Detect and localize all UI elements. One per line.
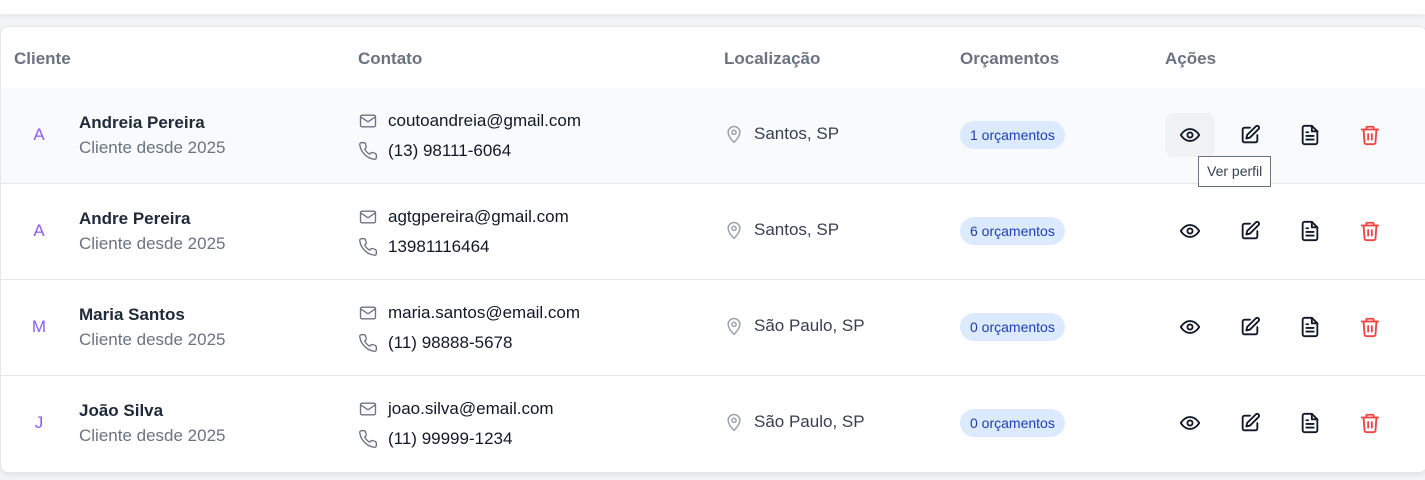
contact-email: joao.silva@email.com [358, 398, 554, 420]
trash-icon [1359, 124, 1381, 146]
budgets-badge: 1 orçamentos [960, 121, 1065, 149]
location: São Paulo, SP [724, 315, 865, 337]
mail-icon [358, 303, 378, 323]
contact-email: maria.santos@email.com [358, 302, 580, 324]
edit-icon [1239, 316, 1261, 338]
location: Santos, SP [724, 123, 839, 145]
contact-email: coutoandreia@gmail.com [358, 110, 581, 132]
mail-icon [358, 111, 378, 131]
map-pin-icon [724, 219, 744, 241]
email-text: joao.silva@email.com [388, 399, 554, 418]
edit-icon [1239, 220, 1261, 242]
table-row: M Maria Santos Cliente desde 2025 maria.san… [1, 280, 1425, 376]
delete-button[interactable] [1345, 113, 1395, 157]
budgets-badge: 0 orçamentos [960, 313, 1065, 341]
edit-button[interactable] [1225, 305, 1275, 349]
table-row: J João Silva Cliente desde 2025 joao.silva@… [1, 376, 1425, 471]
phone-text: (11) 98888-5678 [388, 333, 513, 352]
document-icon [1299, 316, 1321, 338]
mail-icon [358, 399, 378, 419]
phone-text: 13981116464 [388, 237, 490, 256]
document-icon [1299, 220, 1321, 242]
document-button[interactable] [1285, 209, 1335, 253]
contact-phone: (13) 98111-6064 [358, 140, 511, 162]
header-localizacao: Localização [724, 49, 821, 68]
header-contato: Contato [358, 49, 423, 68]
table-header: Cliente Contato Localização Orçamentos A… [1, 27, 1425, 89]
eye-icon [1179, 412, 1201, 434]
eye-icon [1179, 316, 1201, 338]
view-button[interactable] [1165, 209, 1215, 253]
client-name: Maria Santos [79, 305, 185, 324]
map-pin-icon [724, 411, 744, 433]
budgets-badge: 6 orçamentos [960, 217, 1065, 245]
client-since: Cliente desde 2025 [79, 234, 226, 253]
clients-table: Cliente Contato Localização Orçamentos A… [0, 26, 1425, 473]
location-text: São Paulo, SP [754, 412, 865, 431]
mail-icon [358, 207, 378, 227]
client-name: Andreia Pereira [79, 113, 205, 132]
client-since: Cliente desde 2025 [79, 426, 226, 445]
contact-phone: (11) 98888-5678 [358, 332, 512, 354]
email-text: maria.santos@email.com [388, 303, 581, 322]
phone-text: (11) 99999-1234 [388, 429, 513, 448]
location-text: Santos, SP [754, 124, 840, 143]
eye-icon [1179, 124, 1201, 146]
phone-icon [358, 333, 378, 353]
location-text: São Paulo, SP [754, 316, 865, 335]
client-since: Cliente desde 2025 [79, 330, 226, 349]
avatar: A [33, 221, 45, 240]
email-text: coutoandreia@gmail.com [388, 111, 582, 130]
edit-icon [1239, 124, 1261, 146]
edit-icon [1239, 412, 1261, 434]
view-button[interactable] [1165, 401, 1215, 445]
phone-icon [358, 141, 378, 161]
phone-text: (13) 98111-6064 [388, 141, 512, 160]
document-icon [1299, 412, 1321, 434]
location: São Paulo, SP [724, 411, 865, 433]
trash-icon [1359, 412, 1381, 434]
client-name: João Silva [79, 401, 164, 420]
email-text: agtgpereira@gmail.com [388, 207, 569, 226]
avatar: J [34, 413, 44, 432]
avatar: M [31, 317, 47, 336]
phone-icon [358, 429, 378, 449]
top-bar [0, 0, 1425, 14]
map-pin-icon [724, 123, 744, 145]
contact-phone: 13981116464 [358, 236, 489, 258]
header-orcamentos: Orçamentos [960, 49, 1060, 68]
client-since: Cliente desde 2025 [79, 138, 226, 157]
contact-phone: (11) 99999-1234 [358, 428, 512, 450]
delete-button[interactable] [1345, 209, 1395, 253]
view-button[interactable] [1165, 305, 1215, 349]
budgets-badge: 0 orçamentos [960, 409, 1065, 437]
header-acoes: Ações [1165, 49, 1217, 68]
location: Santos, SP [724, 219, 839, 241]
avatar: A [33, 125, 45, 144]
trash-icon [1359, 220, 1381, 242]
document-icon [1299, 124, 1321, 146]
document-button[interactable] [1285, 401, 1335, 445]
document-button[interactable] [1285, 305, 1335, 349]
edit-button[interactable] [1225, 401, 1275, 445]
phone-icon [358, 237, 378, 257]
view-button[interactable] [1165, 113, 1215, 157]
contact-email: agtgpereira@gmail.com [358, 206, 569, 228]
delete-button[interactable] [1345, 305, 1395, 349]
tooltip-ver-perfil: Ver perfil [1198, 156, 1272, 187]
trash-icon [1359, 316, 1381, 338]
document-button[interactable] [1285, 113, 1335, 157]
edit-button[interactable] [1225, 113, 1275, 157]
eye-icon [1179, 220, 1201, 242]
header-cliente: Cliente [14, 49, 71, 68]
edit-button[interactable] [1225, 209, 1275, 253]
map-pin-icon [724, 315, 744, 337]
table-row: A Andre Pereira Cliente desde 2025 agtgpere… [1, 184, 1425, 280]
delete-button[interactable] [1345, 401, 1395, 445]
client-name: Andre Pereira [79, 209, 191, 228]
location-text: Santos, SP [754, 220, 840, 239]
